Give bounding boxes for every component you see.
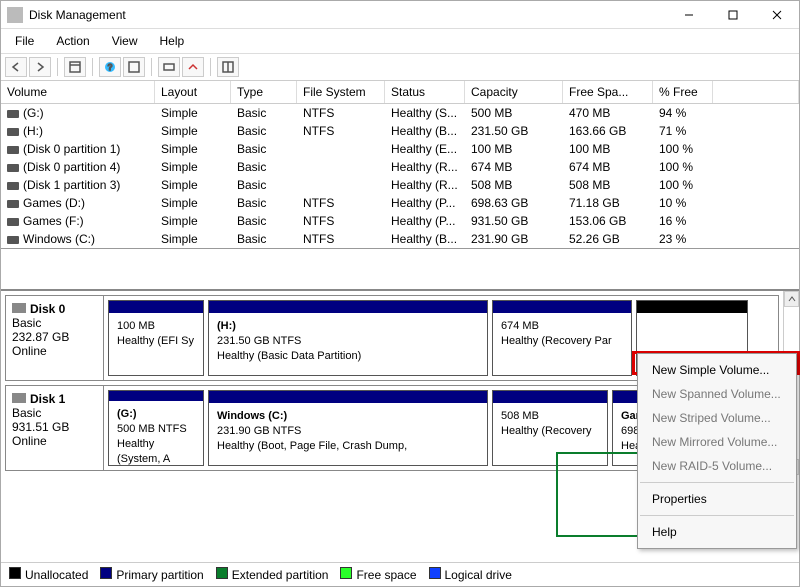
disk-icon: [12, 393, 26, 403]
volume-list: Volume Layout Type File System Status Ca…: [1, 81, 799, 249]
menu-separator: [640, 482, 794, 483]
menu-view[interactable]: View: [102, 31, 148, 51]
menu-item: New Mirrored Volume...: [638, 430, 796, 454]
menu-action[interactable]: Action: [46, 31, 99, 51]
legend-item: Free space: [340, 567, 416, 582]
disk0-type: Basic: [12, 316, 97, 330]
disk0-label[interactable]: Disk 0 Basic 232.87 GB Online: [6, 296, 104, 380]
menu-item: New Striped Volume...: [638, 406, 796, 430]
window-title: Disk Management: [29, 8, 667, 22]
col-fs[interactable]: File System: [297, 81, 385, 103]
forward-button[interactable]: [29, 57, 51, 77]
volume-row[interactable]: Windows (C:)SimpleBasicNTFSHealthy (B...…: [1, 230, 799, 248]
partition[interactable]: 674 MBHealthy (Recovery Par: [492, 300, 632, 376]
toolbar-btn-3[interactable]: [158, 57, 180, 77]
maximize-button[interactable]: [711, 1, 755, 29]
partition[interactable]: 100 MBHealthy (EFI Sy: [108, 300, 204, 376]
column-headers: Volume Layout Type File System Status Ca…: [1, 81, 799, 104]
minimize-button[interactable]: [667, 1, 711, 29]
partition[interactable]: (G:)500 MB NTFSHealthy (System, A: [108, 390, 204, 466]
menu-help[interactable]: Help: [150, 31, 195, 51]
toolbar: ?: [1, 54, 799, 81]
menu-item[interactable]: New Simple Volume...: [638, 358, 796, 382]
legend-item: Extended partition: [216, 567, 329, 582]
volume-row[interactable]: Games (F:)SimpleBasicNTFSHealthy (P...93…: [1, 212, 799, 230]
disk0-name: Disk 0: [30, 302, 65, 316]
partition[interactable]: 508 MBHealthy (Recovery: [492, 390, 608, 466]
partition[interactable]: Windows (C:)231.90 GB NTFSHealthy (Boot,…: [208, 390, 488, 466]
volume-row[interactable]: (Disk 0 partition 4)SimpleBasicHealthy (…: [1, 158, 799, 176]
col-blank: [713, 81, 799, 103]
app-icon: [7, 7, 23, 23]
legend-item: Unallocated: [9, 567, 88, 582]
legend: Unallocated Primary partition Extended par…: [1, 562, 799, 586]
col-volume[interactable]: Volume: [1, 81, 155, 103]
toolbar-btn-4[interactable]: [182, 57, 204, 77]
toolbar-btn-5[interactable]: [217, 57, 239, 77]
disk1-state: Online: [12, 434, 97, 448]
disk1-size: 931.51 GB: [12, 420, 97, 434]
volume-row[interactable]: (G:)SimpleBasicNTFSHealthy (S...500 MB47…: [1, 104, 799, 122]
legend-item: Primary partition: [100, 567, 203, 582]
svg-text:?: ?: [108, 63, 113, 72]
title-bar: Disk Management: [1, 1, 799, 29]
volume-row[interactable]: Games (D:)SimpleBasicNTFSHealthy (P...69…: [1, 194, 799, 212]
scroll-up-button[interactable]: [784, 291, 799, 307]
menu-item: New RAID-5 Volume...: [638, 454, 796, 478]
volume-row[interactable]: (Disk 0 partition 1)SimpleBasicHealthy (…: [1, 140, 799, 158]
disk-icon: [12, 303, 26, 313]
menu-item: New Spanned Volume...: [638, 382, 796, 406]
disk1-label[interactable]: Disk 1 Basic 931.51 GB Online: [6, 386, 104, 470]
legend-item: Logical drive: [429, 567, 512, 582]
col-status[interactable]: Status: [385, 81, 465, 103]
col-layout[interactable]: Layout: [155, 81, 231, 103]
volume-row[interactable]: (Disk 1 partition 3)SimpleBasicHealthy (…: [1, 176, 799, 194]
col-type[interactable]: Type: [231, 81, 297, 103]
toolbar-btn-1[interactable]: [64, 57, 86, 77]
close-button[interactable]: [755, 1, 799, 29]
col-pctfree[interactable]: % Free: [653, 81, 713, 103]
back-button[interactable]: [5, 57, 27, 77]
menu-file[interactable]: File: [5, 31, 44, 51]
toolbar-btn-2[interactable]: [123, 57, 145, 77]
menu-item[interactable]: Properties: [638, 487, 796, 511]
col-free[interactable]: Free Spa...: [563, 81, 653, 103]
volume-row[interactable]: (H:)SimpleBasicNTFSHealthy (B...231.50 G…: [1, 122, 799, 140]
context-menu: New Simple Volume...New Spanned Volume..…: [637, 353, 797, 549]
col-capacity[interactable]: Capacity: [465, 81, 563, 103]
menu-item[interactable]: Help: [638, 520, 796, 544]
disk0-state: Online: [12, 344, 97, 358]
partition[interactable]: (H:)231.50 GB NTFSHealthy (Basic Data Pa…: [208, 300, 488, 376]
menu-bar: File Action View Help: [1, 29, 799, 54]
disk0-size: 232.87 GB: [12, 330, 97, 344]
menu-separator: [640, 515, 794, 516]
disk1-name: Disk 1: [30, 392, 65, 406]
help-button[interactable]: ?: [99, 57, 121, 77]
disk1-type: Basic: [12, 406, 97, 420]
